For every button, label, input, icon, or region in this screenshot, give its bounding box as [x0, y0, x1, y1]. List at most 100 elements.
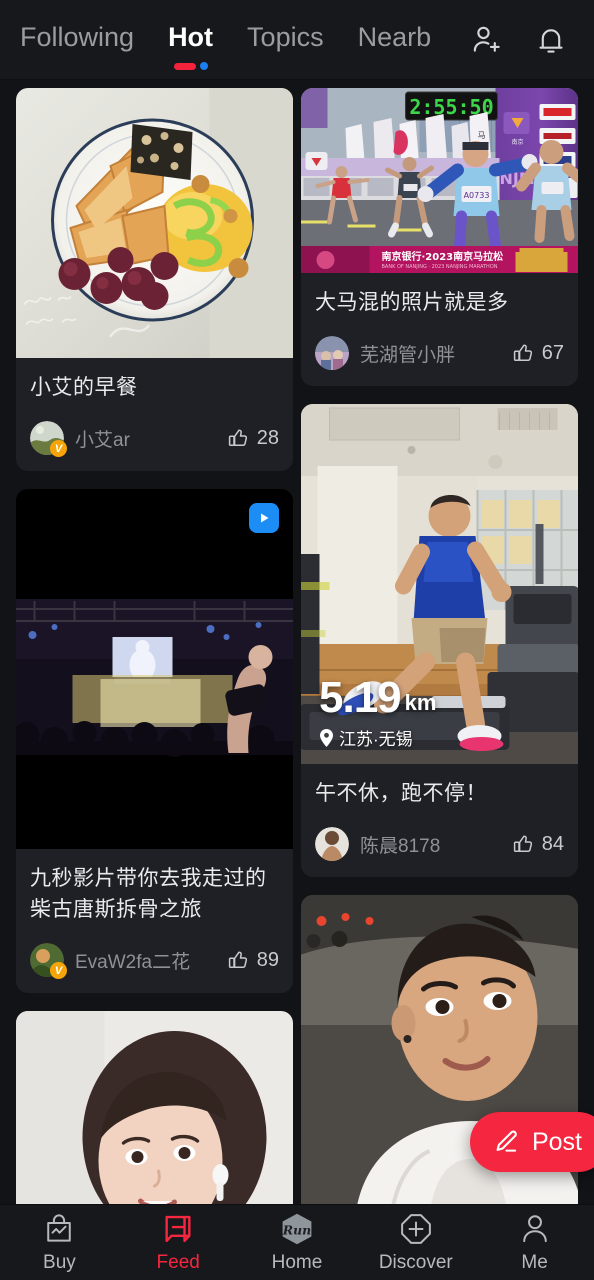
feed-icon [165, 1215, 191, 1242]
svg-text:南京银行·2023南京马拉松: 南京银行·2023南京马拉松 [382, 250, 504, 263]
distance-value: 5.19 [319, 673, 402, 722]
thumbs-up-icon[interactable] [226, 426, 250, 450]
avatar-photo [315, 827, 349, 861]
person-icon [522, 1214, 547, 1242]
add-friend-icon[interactable] [470, 23, 504, 57]
top-navigation-bar: Following Hot Topics Nearb [0, 0, 594, 80]
feed-card-concert-video[interactable]: 九秒影片带你去我走过的柴古唐斯拆骨之旅 V EvaW2fa二花 89 [16, 489, 293, 993]
card-title: 午不休，跑不停！ [315, 782, 487, 805]
location-text: 江苏·无锡 [339, 730, 413, 749]
location-pin-icon [320, 728, 333, 747]
card-media[interactable] [16, 489, 293, 849]
bottom-tab-home[interactable]: Run Home [238, 1212, 357, 1274]
indicator-pill [173, 62, 196, 70]
avatar[interactable] [315, 827, 349, 861]
location-row: 江苏·无锡 [319, 725, 436, 750]
tab-following[interactable]: Following [20, 22, 134, 57]
like-count: 67 [541, 341, 564, 364]
feed-card-treadmill[interactable]: 5.19 km 江苏·无锡 午不休，跑不停！ 陈晨8178 84 [301, 404, 578, 877]
tab-hot[interactable]: Hot [168, 22, 214, 70]
marathon-photo: 南京 NJM 2:55:50 马 A0733 南京银行·2023南京马拉松 BA… [301, 88, 578, 273]
bottom-tab-discover-label: Discover [378, 1251, 453, 1273]
card-body: 九秒影片带你去我走过的柴古唐斯拆骨之旅 V EvaW2fa二花 89 [16, 849, 293, 993]
card-meta: 陈晨8178 84 [315, 827, 564, 861]
bottom-tab-buy-label: Buy [43, 1251, 76, 1273]
card-media[interactable] [16, 88, 293, 358]
svg-text:BANK OF NANJING · 2023 NANJING: BANK OF NANJING · 2023 NANJING MARATHON [382, 264, 498, 270]
avatar[interactable]: V [30, 421, 67, 457]
feed-grid: 小艾的早餐 V 小艾ar 28 九秒影片带你去我走过的柴古唐斯拆骨之旅 V Ev… [0, 80, 594, 1205]
run-hexagon-icon: Run [282, 1213, 312, 1244]
avatar[interactable]: V [30, 943, 67, 979]
indicator-dot [199, 62, 208, 70]
tab-following-label: Following [20, 22, 135, 52]
bottom-tab-buy[interactable]: Buy [0, 1212, 119, 1274]
thumbs-up-icon[interactable] [226, 948, 250, 972]
author-name[interactable]: 小艾ar [75, 425, 130, 452]
card-title: 大马混的照片就是多 [315, 291, 509, 314]
bottom-tab-feed[interactable]: Feed [119, 1212, 238, 1274]
card-meta: V 小艾ar 28 [30, 421, 279, 457]
svg-text:南京: 南京 [512, 138, 524, 146]
woman-selfie-photo [16, 1011, 293, 1205]
distance-row: 5.19 km [319, 673, 437, 722]
bottom-tab-bar: Buy Feed Run Home Discover Me [0, 1204, 594, 1280]
author-name[interactable]: 陈晨8178 [360, 831, 440, 858]
author-name[interactable]: EvaW2fa二花 [75, 947, 190, 974]
bottom-tab-home-label: Home [271, 1251, 323, 1273]
feed-card-marathon[interactable]: 南京 NJM 2:55:50 马 A0733 南京银行·2023南京马拉松 BA… [301, 88, 578, 386]
feed-card-breakfast[interactable]: 小艾的早餐 V 小艾ar 28 [16, 88, 293, 471]
bottom-tab-feed-label: Feed [156, 1251, 200, 1273]
thumbs-up-icon[interactable] [511, 341, 535, 365]
tab-nearby[interactable]: Nearb [358, 22, 432, 57]
distance-overlay: 5.19 km 江苏·无锡 [319, 673, 437, 750]
svg-text:马: 马 [478, 131, 486, 140]
breakfast-photo [16, 88, 293, 358]
tab-topics[interactable]: Topics [247, 22, 324, 57]
avatar-photo [315, 336, 349, 370]
card-media[interactable] [16, 1011, 293, 1205]
plus-octagon-icon [400, 1213, 431, 1244]
concert-video-thumbnail [16, 489, 293, 849]
like-group[interactable]: 84 [511, 832, 564, 856]
tab-topics-label: Topics [247, 22, 324, 52]
card-media[interactable]: 南京 NJM 2:55:50 马 A0733 南京银行·2023南京马拉松 BA… [301, 88, 578, 273]
svg-text:A0733: A0733 [464, 191, 490, 200]
card-media[interactable]: 5.19 km 江苏·无锡 [301, 404, 578, 764]
tab-nearby-label: Nearb [357, 22, 432, 52]
avatar-image [315, 336, 349, 370]
card-body: 午不休，跑不停！ 陈晨8178 84 [301, 764, 578, 877]
distance-unit: km [404, 690, 437, 715]
app-root: Following Hot Topics Nearb 小艾的早餐 V 小艾ar … [0, 0, 594, 1280]
svg-text:Run: Run [282, 1222, 311, 1237]
card-title: 小艾的早餐 [30, 376, 138, 399]
tab-hot-indicator [173, 62, 208, 70]
card-body: 大马混的照片就是多 芜湖管小胖 67 [301, 273, 578, 386]
bottom-tab-discover[interactable]: Discover [356, 1212, 475, 1274]
post-button-label: Post [531, 1127, 582, 1156]
play-icon [261, 513, 269, 523]
tab-hot-label: Hot [168, 22, 214, 52]
like-group[interactable]: 89 [226, 948, 279, 972]
like-group[interactable]: 28 [226, 426, 279, 450]
thumbs-up-icon[interactable] [511, 832, 535, 856]
card-body: 小艾的早餐 V 小艾ar 28 [16, 358, 293, 471]
like-group[interactable]: 67 [511, 341, 564, 365]
like-count: 28 [256, 426, 279, 449]
feed-card-portrait-woman[interactable] [16, 1011, 293, 1205]
avatar[interactable] [315, 336, 349, 370]
card-meta: 芜湖管小胖 67 [315, 336, 564, 370]
bottom-tab-me-label: Me [521, 1251, 548, 1273]
bottom-tab-me[interactable]: Me [475, 1212, 594, 1274]
shopping-bag-icon [47, 1213, 72, 1242]
pencil-icon [496, 1130, 517, 1152]
author-name[interactable]: 芜湖管小胖 [360, 340, 455, 367]
notification-bell-icon[interactable] [534, 23, 568, 57]
post-button[interactable]: Post [469, 1112, 594, 1172]
card-title: 九秒影片带你去我走过的柴古唐斯拆骨之旅 [30, 867, 267, 921]
avatar-verified-badge: V [50, 962, 67, 979]
feed-column-right: 南京 NJM 2:55:50 马 A0733 南京银行·2023南京马拉松 BA… [301, 88, 578, 1205]
avatar-verified-badge: V [50, 440, 67, 457]
feed-column-left: 小艾的早餐 V 小艾ar 28 九秒影片带你去我走过的柴古唐斯拆骨之旅 V Ev… [16, 88, 293, 1205]
play-badge[interactable] [249, 503, 279, 533]
